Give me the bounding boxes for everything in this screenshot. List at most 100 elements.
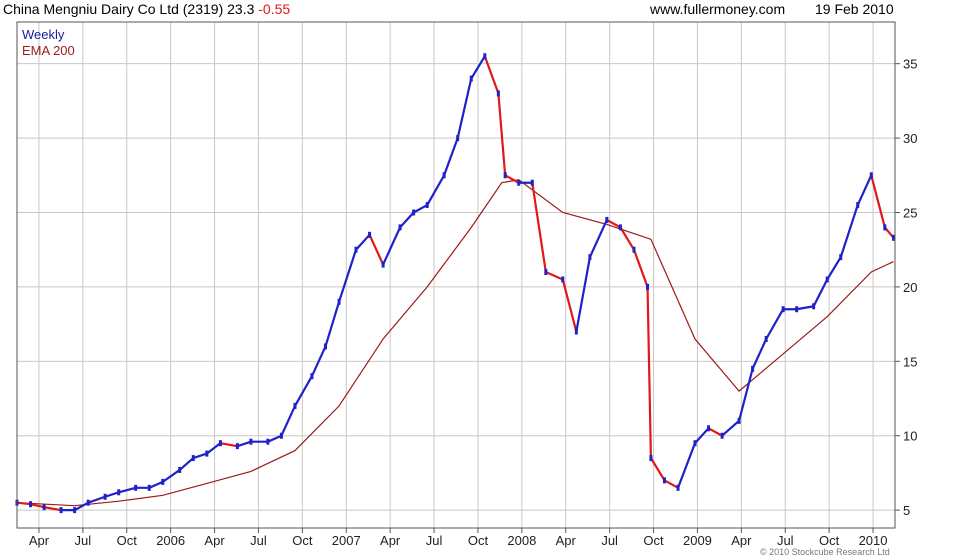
weekly-point — [178, 466, 182, 473]
x-tick-label: Jul — [426, 533, 443, 548]
weekly-point — [649, 455, 653, 462]
weekly-segment — [368, 233, 385, 266]
weekly-point — [469, 75, 473, 82]
weekly-point — [632, 246, 636, 253]
y-tick-label: 30 — [903, 131, 917, 146]
weekly-point — [191, 455, 195, 462]
weekly-point — [412, 209, 416, 216]
weekly-point — [456, 135, 460, 142]
weekly-point — [839, 254, 843, 261]
ema-line-layer — [16, 179, 894, 507]
weekly-point — [618, 224, 622, 231]
weekly-segment — [795, 305, 815, 311]
weekly-point — [323, 343, 327, 350]
site-link[interactable]: www.fullermoney.com — [650, 1, 785, 17]
weekly-segment — [575, 256, 592, 333]
y-axis-ticks: 5 10 15 20 25 30 35 — [895, 57, 917, 518]
weekly-segment — [354, 233, 371, 251]
y-tick-label: 20 — [903, 280, 917, 295]
weekly-segment — [497, 92, 507, 177]
weekly-segment — [751, 337, 768, 370]
weekly-point — [29, 501, 33, 508]
weekly-point — [442, 172, 446, 179]
x-tick-label: 2009 — [683, 533, 712, 548]
weekly-segment — [483, 55, 500, 95]
x-tick-label: 2006 — [156, 533, 185, 548]
weekly-segment — [812, 278, 829, 308]
x-tick-label: Jul — [601, 533, 618, 548]
gridlines — [17, 22, 895, 528]
weekly-point — [337, 298, 341, 305]
weekly-point — [161, 478, 165, 485]
weekly-segment — [398, 211, 415, 229]
weekly-point — [42, 504, 46, 511]
x-axis-ticks: Apr Jul Oct 2006 Apr Jul Oct 2007 Apr Jul Oct 2008 A… — [29, 528, 888, 548]
price-chart: 5 10 15 20 25 30 35 Apr Jul Oct 2006 Apr Jul Oct 2007… — [15, 21, 917, 548]
x-tick-label: Oct — [468, 533, 489, 548]
chart-title: China Mengniu Dairy Co Ltd (2319) 23.3 -… — [3, 1, 290, 17]
weekly-price-layer — [15, 53, 896, 514]
weekly-point — [530, 179, 534, 186]
weekly-point — [869, 172, 873, 179]
weekly-segment — [382, 226, 402, 266]
weekly-point — [707, 425, 711, 432]
x-tick-label: Oct — [819, 533, 840, 548]
weekly-point — [503, 172, 507, 179]
weekly-point — [720, 432, 724, 439]
weekly-point — [425, 202, 429, 209]
weekly-point — [605, 216, 609, 223]
weekly-point — [812, 303, 816, 310]
weekly-segment — [544, 270, 564, 281]
x-tick-label: 2007 — [332, 533, 361, 548]
weekly-segment — [721, 419, 741, 437]
x-tick-label: Apr — [556, 533, 577, 548]
weekly-point — [483, 53, 487, 60]
weekly-point — [86, 499, 90, 506]
weekly-point — [205, 450, 209, 457]
weekly-point — [825, 276, 829, 283]
weekly-point — [764, 335, 768, 342]
weekly-segment — [646, 285, 653, 460]
y-tick-label: 10 — [903, 429, 917, 444]
x-tick-label: 2010 — [859, 533, 888, 548]
chart-date: 19 Feb 2010 — [815, 1, 894, 17]
weekly-point — [544, 269, 548, 276]
weekly-point — [588, 254, 592, 261]
weekly-segment — [426, 174, 446, 207]
price-change: -0.55 — [258, 1, 291, 17]
weekly-segment — [632, 248, 649, 289]
weekly-segment — [856, 174, 873, 207]
weekly-segment — [178, 456, 195, 472]
weekly-point — [737, 417, 741, 424]
weekly-segment — [280, 404, 297, 437]
weekly-point — [781, 306, 785, 313]
weekly-segment — [219, 442, 239, 448]
weekly-segment — [337, 248, 358, 303]
weekly-point — [856, 202, 860, 209]
plot-frame — [16, 21, 896, 529]
weekly-point — [354, 246, 358, 253]
weekly-segment — [266, 434, 283, 443]
weekly-segment — [456, 77, 473, 140]
weekly-point — [693, 440, 697, 447]
x-tick-label: Jul — [777, 533, 794, 548]
weekly-segment — [205, 442, 222, 455]
weekly-segment — [161, 468, 181, 483]
weekly-segment — [765, 308, 785, 341]
weekly-segment — [148, 480, 164, 489]
weekly-point — [676, 484, 680, 491]
x-tick-label: Jul — [75, 533, 92, 548]
weekly-segment — [443, 136, 459, 177]
weekly-point — [249, 438, 253, 445]
x-tick-label: Oct — [292, 533, 313, 548]
weekly-point — [279, 432, 283, 439]
legend-ema: EMA 200 — [22, 43, 75, 58]
weekly-point — [235, 443, 239, 450]
last-price: 23.3 — [227, 1, 255, 17]
weekly-segment — [236, 440, 253, 448]
weekly-point — [517, 179, 521, 186]
weekly-point — [496, 90, 500, 97]
ema-200-line — [16, 179, 894, 507]
weekly-segment — [663, 479, 680, 489]
weekly-point — [751, 365, 755, 372]
